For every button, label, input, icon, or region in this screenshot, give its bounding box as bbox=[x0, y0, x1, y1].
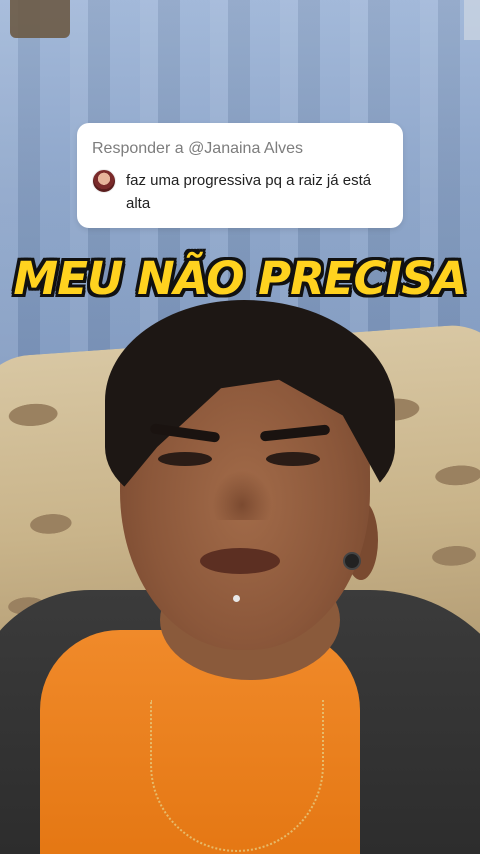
commenter-avatar-icon bbox=[92, 169, 116, 193]
nose bbox=[212, 470, 272, 520]
background-shelf bbox=[10, 0, 70, 38]
background-window bbox=[464, 0, 480, 40]
mouth bbox=[200, 548, 280, 574]
left-eye bbox=[158, 452, 212, 466]
reply-body: faz uma progressiva pq a raiz já está al… bbox=[92, 169, 387, 215]
reply-comment-text: faz uma progressiva pq a raiz já está al… bbox=[126, 172, 372, 212]
reply-header: Responder a @Janaina Alves bbox=[92, 140, 304, 157]
earring bbox=[343, 552, 361, 570]
right-eye bbox=[266, 452, 320, 466]
lip-piercing bbox=[233, 595, 240, 602]
reply-comment-sticker[interactable]: Responder a @Janaina Alves faz uma progr… bbox=[77, 123, 403, 228]
video-caption: MEU NÃO PRECISA bbox=[13, 252, 467, 305]
